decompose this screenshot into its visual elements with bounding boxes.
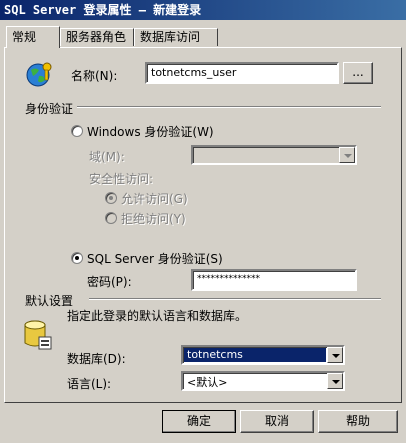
windows-auth-label[interactable]: Windows 身份验证(W)	[87, 123, 214, 140]
ok-label: 确定	[186, 414, 211, 428]
cancel-button[interactable]: 取消	[240, 410, 314, 433]
name-value: totnetcms_user	[151, 66, 237, 79]
allow-access-dot	[109, 196, 113, 200]
database-label: 数据库(D):	[67, 352, 126, 366]
name-label: 名称(N):	[71, 69, 118, 83]
auth-group-label: 身份验证	[25, 102, 74, 116]
language-dropdown[interactable]: <默认>	[181, 371, 345, 391]
tab-server-roles-label: 服务器角色	[66, 30, 127, 44]
tab-general[interactable]: 常规	[6, 26, 60, 48]
sql-auth-label[interactable]: SQL Server 身份验证(S)	[87, 250, 223, 267]
allow-access-label[interactable]: 允许访问(G)	[121, 190, 188, 207]
deny-access-radio[interactable]	[105, 212, 117, 224]
globe-keys-icon	[26, 62, 52, 87]
database-chevron-down-icon[interactable]	[327, 347, 343, 363]
password-value: **************	[197, 274, 260, 284]
auth-group-rule	[77, 106, 381, 108]
windows-auth-radio[interactable]	[71, 125, 83, 137]
security-access-label: 安全性访问:	[89, 172, 154, 186]
defaults-group-rule	[89, 298, 381, 300]
tab-database-access[interactable]: 数据库访问	[134, 28, 218, 46]
help-label: 帮助	[345, 414, 370, 428]
name-field[interactable]: totnetcms_user	[145, 62, 339, 84]
defaults-group-label: 默认设置	[25, 294, 74, 308]
domain-dropdown[interactable]	[191, 145, 357, 165]
deny-access-label[interactable]: 拒绝访问(Y)	[121, 210, 186, 227]
cancel-label: 取消	[264, 414, 289, 428]
language-chevron-down-icon[interactable]	[327, 373, 343, 389]
general-panel: 名称(N): totnetcms_user ... 身份验证 Windows 身…	[4, 47, 402, 403]
ok-button[interactable]: 确定	[162, 410, 236, 433]
tab-server-roles[interactable]: 服务器角色	[60, 28, 134, 46]
domain-label: 域(M):	[89, 150, 125, 164]
domain-chevron-down-icon[interactable]	[339, 147, 355, 163]
database-value: totnetcms	[187, 348, 243, 361]
defaults-group-header: 默认设置	[5, 292, 403, 308]
window-title: SQL Server 登录属性 — 新建登录	[4, 3, 202, 17]
database-dropdown[interactable]: totnetcms	[181, 345, 345, 365]
sql-auth-dot	[75, 256, 79, 260]
browse-button[interactable]: ...	[343, 62, 373, 84]
sql-auth-radio[interactable]	[71, 252, 83, 264]
database-icon	[24, 320, 52, 350]
defaults-description: 指定此登录的默认语言和数据库。	[67, 309, 248, 323]
allow-access-radio[interactable]	[105, 192, 117, 204]
browse-label: ...	[352, 65, 364, 79]
password-field[interactable]: **************	[191, 269, 357, 291]
auth-group-header: 身份验证	[5, 100, 403, 116]
title-bar: SQL Server 登录属性 — 新建登录	[0, 0, 406, 20]
tab-database-access-label: 数据库访问	[140, 30, 201, 44]
password-label: 密码(P):	[87, 275, 132, 289]
tab-general-label: 常规	[12, 30, 37, 44]
language-label: 语言(L):	[67, 377, 112, 391]
language-value: <默认>	[187, 376, 228, 389]
help-button[interactable]: 帮助	[318, 410, 398, 433]
